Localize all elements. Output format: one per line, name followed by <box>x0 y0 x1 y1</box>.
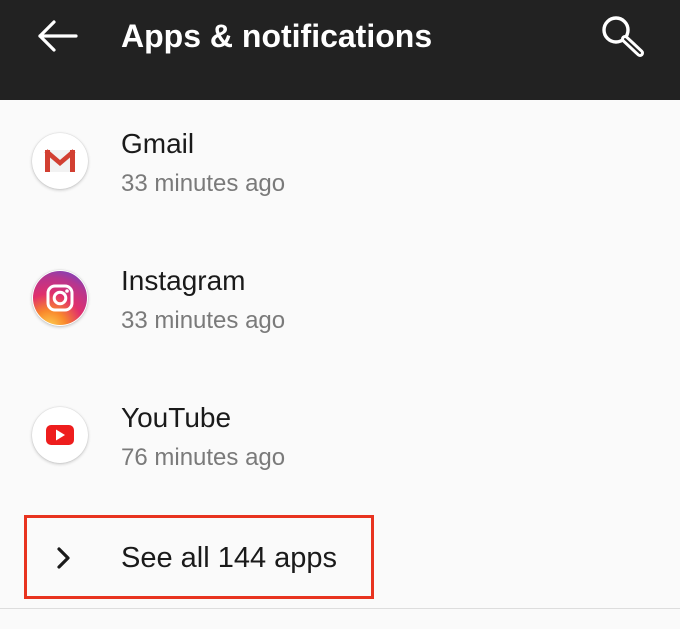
divider <box>0 608 680 609</box>
instagram-icon <box>32 270 88 326</box>
app-last-used: 33 minutes ago <box>121 170 286 197</box>
app-name: YouTube <box>121 402 232 433</box>
search-button[interactable] <box>596 12 650 60</box>
chevron-right-icon <box>57 547 70 569</box>
app-name: Gmail <box>121 128 195 159</box>
app-list-item-youtube[interactable]: YouTube 76 minutes ago <box>0 384 680 484</box>
youtube-icon <box>32 407 88 463</box>
back-button[interactable] <box>30 14 84 58</box>
app-bar: Apps & notifications <box>0 0 680 100</box>
app-list-item-instagram[interactable]: Instagram 33 minutes ago <box>0 247 680 347</box>
search-icon <box>602 16 644 57</box>
page-title: Apps & notifications <box>121 18 433 54</box>
gmail-icon <box>32 133 88 189</box>
see-all-apps-button[interactable]: See all 144 apps <box>24 515 374 599</box>
arrow-left-icon <box>38 20 78 52</box>
app-last-used: 33 minutes ago <box>121 307 286 334</box>
apps-notifications-screen: Apps & notifications Gmail 33 minutes ag… <box>0 0 680 629</box>
app-list-item-gmail[interactable]: Gmail 33 minutes ago <box>0 110 680 210</box>
see-all-apps-label: See all 144 apps <box>121 542 338 574</box>
app-name: Instagram <box>121 265 246 296</box>
app-last-used: 76 minutes ago <box>121 444 286 471</box>
